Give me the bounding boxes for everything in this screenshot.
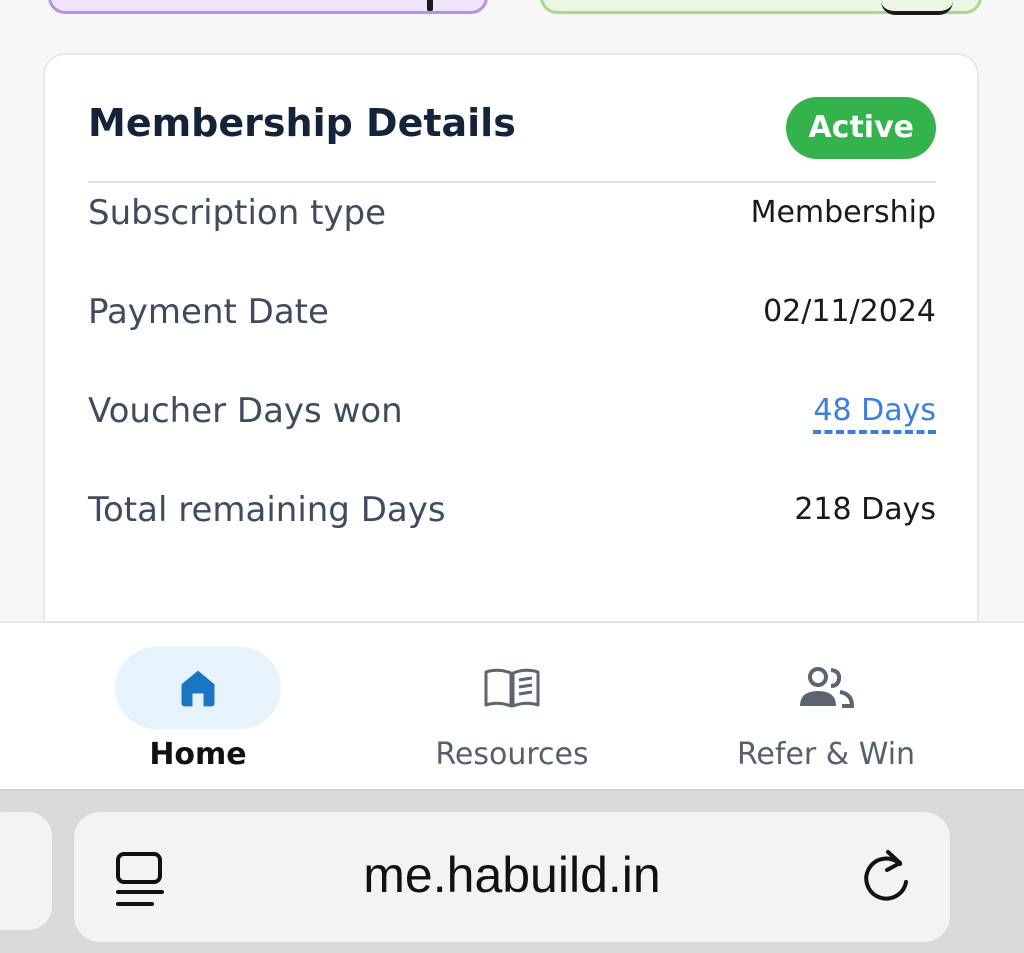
address-bar[interactable]: me.habuild.in <box>74 812 950 942</box>
remaining-days-row: Total remaining Days 218 Days <box>88 490 936 534</box>
row-label: Subscription type <box>88 193 387 233</box>
row-label: Voucher Days won <box>88 391 403 431</box>
nav-item-resources[interactable]: Resources <box>362 623 662 791</box>
voucher-days-link[interactable]: 48 Days <box>813 393 936 434</box>
card-title: Membership Details <box>88 101 516 145</box>
nav-label: Home <box>149 737 247 772</box>
partial-glyph <box>427 0 433 11</box>
row-label: Payment Date <box>88 292 329 332</box>
top-button-left[interactable] <box>48 0 488 14</box>
partial-glyph <box>881 1 953 15</box>
home-icon <box>181 670 215 707</box>
nav-icon-wrap <box>743 647 909 729</box>
divider <box>88 181 936 183</box>
users-icon <box>800 667 854 708</box>
row-value: 02/11/2024 <box>763 294 936 329</box>
subscription-type-row: Subscription type Membership <box>88 193 936 237</box>
book-icon <box>484 668 540 708</box>
nav-label: Resources <box>435 737 589 772</box>
previous-tab[interactable] <box>0 812 52 930</box>
reload-icon[interactable] <box>860 846 914 906</box>
payment-date-row: Payment Date 02/11/2024 <box>88 292 936 336</box>
nav-icon-wrap <box>429 647 595 729</box>
row-value: 218 Days <box>794 492 936 527</box>
browser-toolbar: me.habuild.in <box>0 789 1024 953</box>
nav-label: Refer & Win <box>736 737 916 772</box>
row-label: Total remaining Days <box>88 490 446 530</box>
membership-card: Membership Details Active Subscription t… <box>43 53 979 653</box>
voucher-days-row: Voucher Days won 48 Days <box>88 391 936 435</box>
status-badge: Active <box>786 97 936 159</box>
nav-item-home[interactable]: Home <box>48 623 348 791</box>
bottom-nav: Home Resources Refer & Win <box>0 621 1024 791</box>
row-value: Membership <box>750 195 936 230</box>
nav-active-highlight <box>115 647 281 729</box>
top-button-right[interactable] <box>540 0 982 15</box>
url-text: me.habuild.in <box>363 847 661 903</box>
nav-item-refer[interactable]: Refer & Win <box>676 623 976 791</box>
